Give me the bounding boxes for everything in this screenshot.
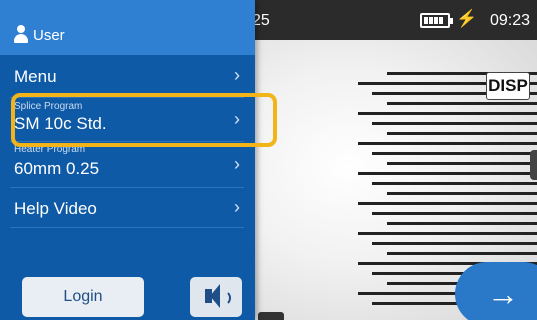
fiber-line [372, 122, 537, 125]
arrow-right-icon: → [487, 276, 519, 312]
fiber-line [358, 112, 537, 115]
fiber-line [372, 242, 537, 245]
clock: 09:23 [490, 12, 531, 29]
battery-cell [429, 17, 433, 24]
fiber-line [387, 132, 537, 135]
fiber-line [387, 252, 537, 255]
sound-wave-icon [221, 290, 231, 306]
chevron-right-icon: › [234, 197, 240, 217]
side-handle[interactable] [530, 150, 537, 180]
menu-item-help-video[interactable]: Help Video › [0, 187, 255, 227]
battery-full-icon [420, 13, 453, 28]
fiber-line [358, 142, 537, 145]
fiber-line [358, 232, 537, 235]
fiber-line [387, 162, 537, 165]
login-button[interactable]: Login [22, 277, 144, 317]
user-icon-head [17, 25, 25, 33]
battery-cell [434, 17, 438, 24]
fiber-line [387, 222, 537, 225]
menu-item-label: Menu [14, 67, 57, 86]
screen: 25 ⚡ 09:23 DISP → User Menu › Splice Pro… [0, 0, 537, 320]
chevron-right-icon: › [234, 154, 240, 174]
menu-item-label: 60mm 0.25 [14, 159, 100, 178]
menu-item-menu[interactable]: Menu › [0, 55, 255, 97]
selection-highlight [11, 93, 277, 147]
menu-item-heater-program[interactable]: Heater Program 60mm 0.25 › [0, 141, 255, 187]
menu-item-label: Help Video [14, 199, 97, 218]
battery-cell [424, 17, 428, 24]
fiber-line [387, 102, 537, 105]
chevron-right-icon: › [234, 65, 240, 85]
speaker-icon [205, 284, 220, 308]
fiber-line [372, 182, 537, 185]
fiber-line [372, 152, 537, 155]
disp-button[interactable]: DISP [486, 72, 530, 100]
bottom-handle[interactable] [258, 312, 284, 320]
user-header[interactable]: User [0, 0, 255, 55]
fiber-line [387, 192, 537, 195]
next-button[interactable]: → [455, 262, 537, 320]
user-icon-body [14, 34, 28, 43]
fiber-line [372, 212, 537, 215]
battery-cell [439, 17, 443, 24]
charging-bolt-icon: ⚡ [456, 9, 478, 28]
speaker-button[interactable] [190, 277, 242, 317]
user-icon [14, 25, 28, 43]
fiber-line [358, 202, 537, 205]
user-label: User [33, 27, 65, 44]
fiber-line [358, 172, 537, 175]
side-menu-panel: User Menu › Splice Program SM 10c Std. ›… [0, 0, 255, 320]
divider [10, 227, 244, 228]
